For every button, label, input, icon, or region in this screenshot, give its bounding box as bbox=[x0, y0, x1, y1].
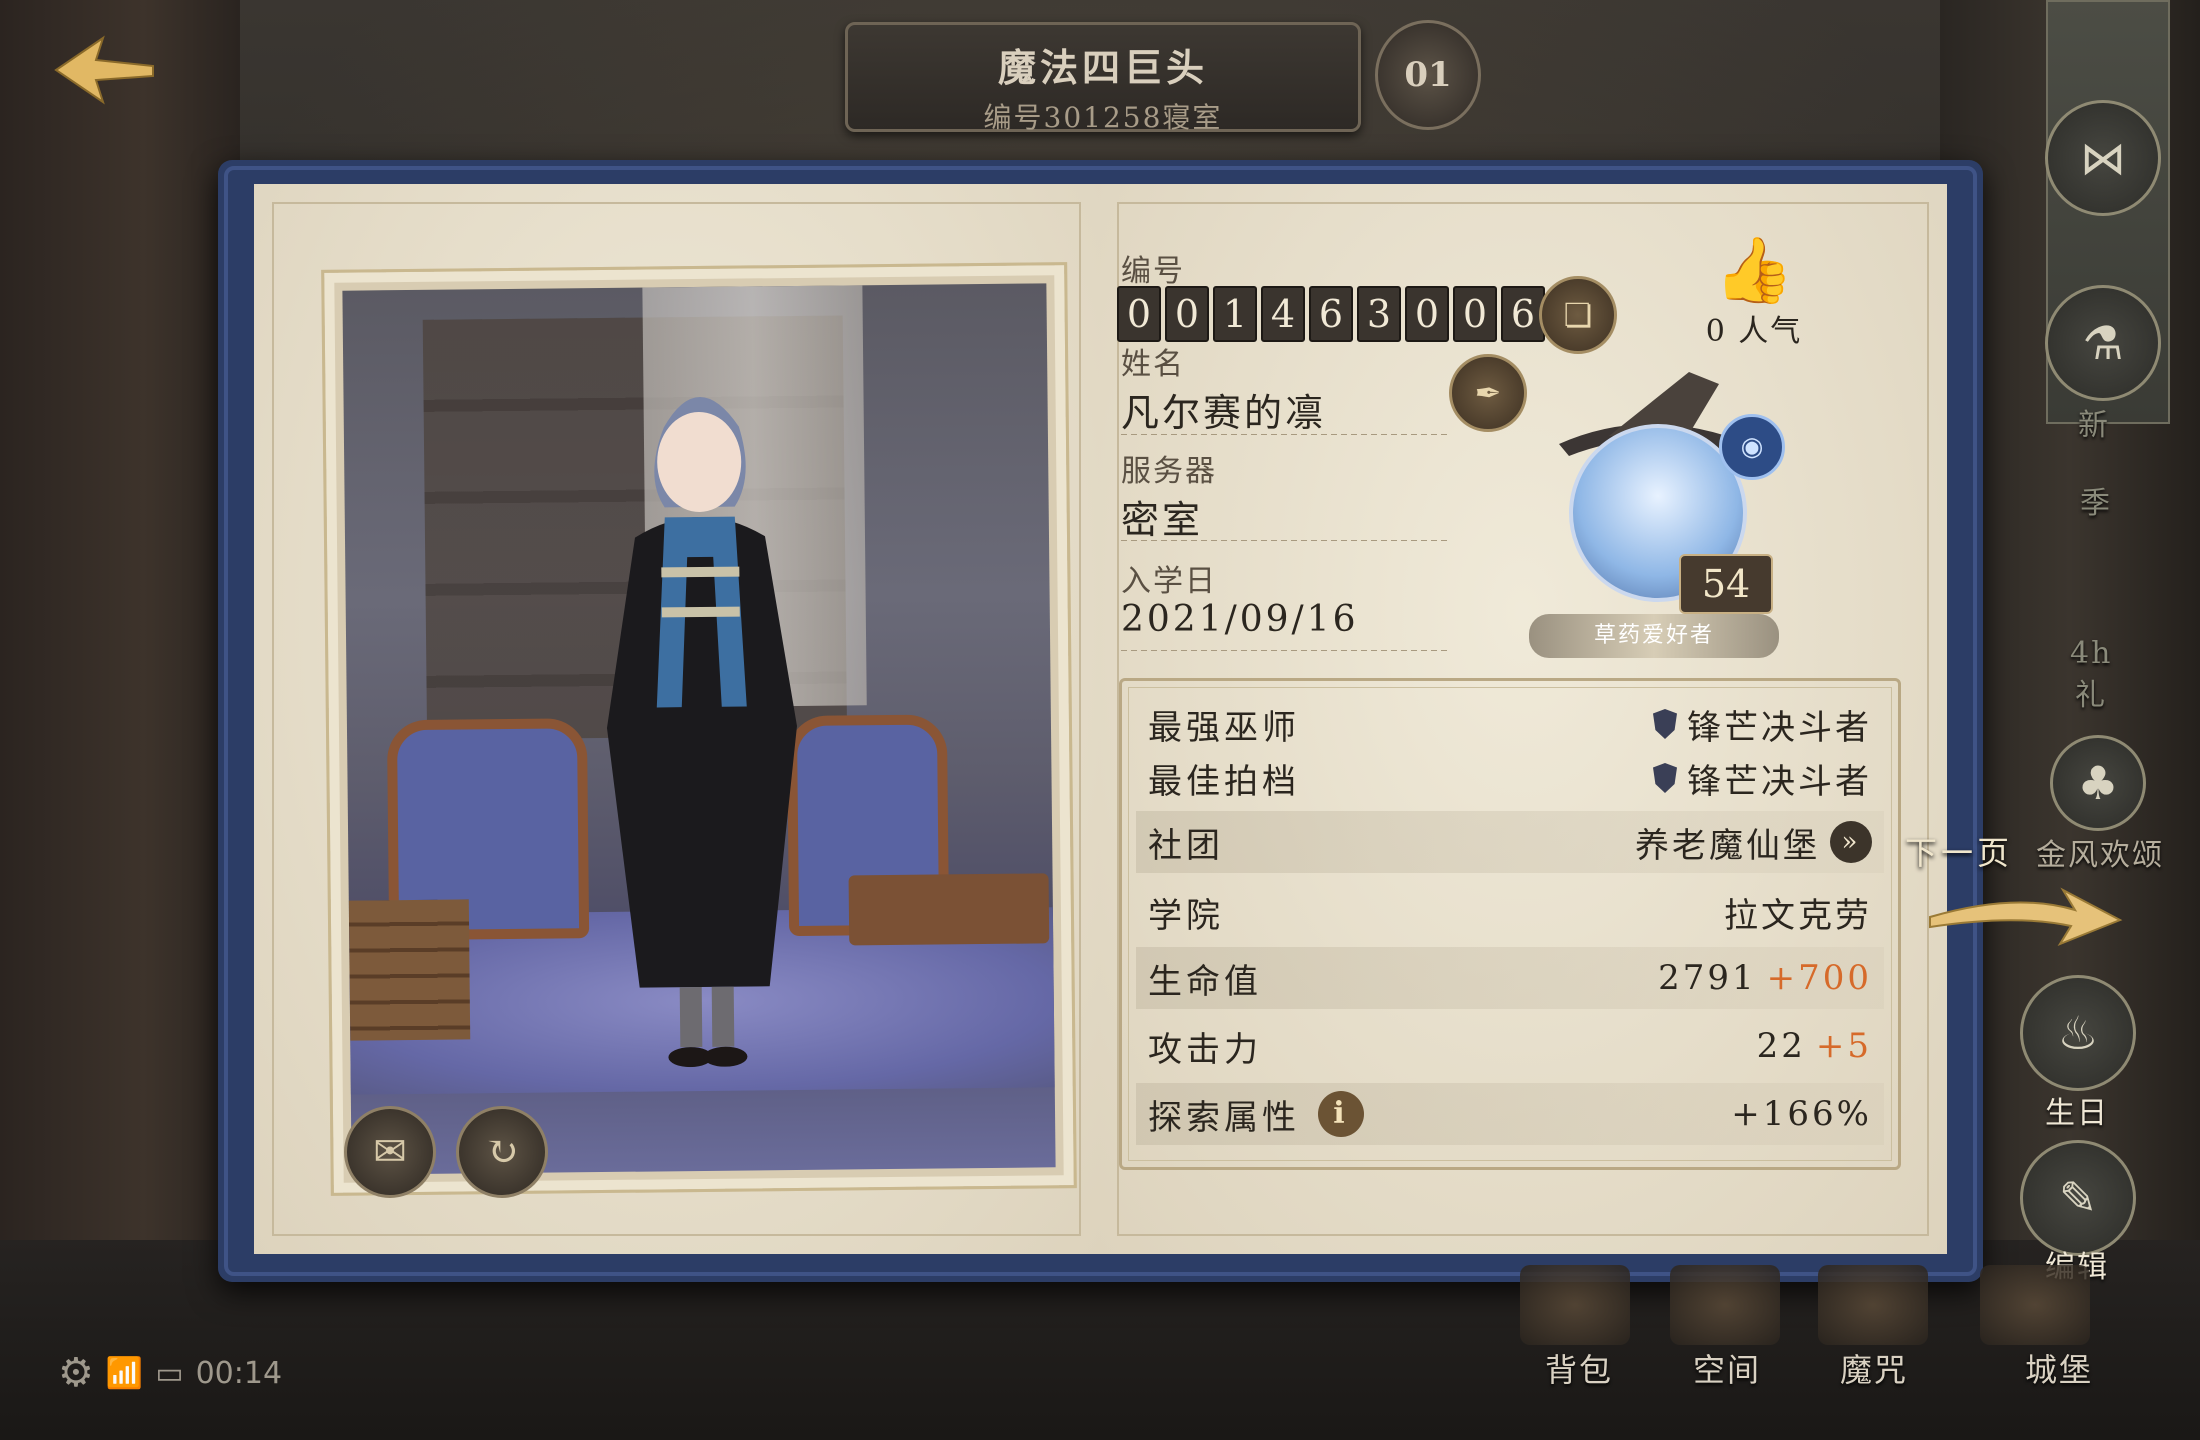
space-icon[interactable] bbox=[1670, 1265, 1780, 1345]
avatar-badge[interactable]: ◉ 54 草药爱好者 bbox=[1529, 364, 1785, 658]
calendar-day: 01 bbox=[1404, 55, 1452, 95]
portrait-frame bbox=[321, 262, 1077, 1196]
stat-row: 探索属性 i +166% bbox=[1136, 1083, 1884, 1145]
gift-timer: 4h bbox=[2070, 636, 2113, 671]
stat-row: 最佳拍档 锋芒决斗者 bbox=[1136, 747, 1884, 809]
quill-rename-icon[interactable]: ✒ bbox=[1449, 354, 1527, 432]
stat-key: 生命值 bbox=[1148, 961, 1262, 1002]
stat-value: 锋芒决斗者 bbox=[1687, 707, 1872, 748]
stat-value: 拉文克劳 bbox=[1724, 895, 1872, 936]
event-label[interactable]: 金风欢颂 bbox=[2036, 830, 2164, 874]
camera-badge-icon[interactable]: ◉ bbox=[1719, 414, 1785, 480]
nav-spells[interactable]: 魔咒 bbox=[1840, 1345, 1908, 1391]
stat-row: 生命值 2791 +700 bbox=[1136, 947, 1884, 1009]
back-arrow-icon[interactable] bbox=[48, 30, 158, 110]
quill-edit-icon[interactable]: ✎ bbox=[2020, 1140, 2136, 1256]
event-icon[interactable]: ♣ bbox=[2050, 735, 2146, 831]
wizard-hat-add-icon[interactable]: ⚗ bbox=[2045, 285, 2161, 401]
gift-label: 礼 bbox=[2075, 678, 2107, 713]
wifi-icon: 📶 bbox=[105, 1355, 144, 1391]
stat-bonus: +700 bbox=[1766, 958, 1872, 998]
dorm-subtitle: 编号301258寝室 bbox=[983, 101, 1223, 134]
season-label: 季 bbox=[2080, 486, 2112, 521]
id-digit: 4 bbox=[1261, 286, 1305, 342]
left-page: ✉ ↻ bbox=[254, 184, 1102, 1254]
enroll-label: 入学日 bbox=[1121, 564, 1217, 599]
battery-icon: ▭ bbox=[155, 1355, 184, 1391]
birthday-cake-icon[interactable]: ♨ bbox=[2020, 975, 2136, 1091]
stat-key: 最佳拍档 bbox=[1148, 761, 1300, 802]
calendar-icon[interactable]: 01 bbox=[1375, 20, 1481, 130]
nav-castle[interactable]: 城堡 bbox=[2025, 1345, 2093, 1391]
copy-id-icon[interactable]: ❏ bbox=[1539, 276, 1617, 354]
enroll-date: 2021/09/16 bbox=[1121, 599, 1359, 640]
stat-value: +166% bbox=[1731, 1094, 1872, 1134]
stats-panel: 最强巫师 锋芒决斗者 最佳拍档 锋芒决斗者 社团 养老魔仙堡» 学院 拉文克劳 … bbox=[1119, 678, 1901, 1170]
next-page-label[interactable]: 下一页 bbox=[1905, 828, 2013, 874]
stat-row: 最强巫师 锋芒决斗者 bbox=[1136, 693, 1884, 755]
id-number: 0 0 1 4 6 3 0 0 6 bbox=[1117, 286, 1545, 342]
right-page: 编号 0 0 1 4 6 3 0 0 6 ❏ 👍 0 人气 姓名 凡尔赛的凛 ✒… bbox=[1099, 184, 1947, 1254]
stat-value: 2791 bbox=[1658, 958, 1757, 998]
stat-value: 锋芒决斗者 bbox=[1687, 761, 1872, 802]
stat-key: 社团 bbox=[1148, 825, 1224, 866]
shield-icon bbox=[1653, 763, 1677, 793]
player-level: 54 bbox=[1679, 554, 1773, 614]
stat-value: 养老魔仙堡 bbox=[1635, 825, 1820, 866]
title-tag: 草药爱好者 bbox=[1529, 614, 1779, 658]
stat-key: 最强巫师 bbox=[1148, 707, 1300, 748]
shield-icon bbox=[1653, 709, 1677, 739]
background-wall-left bbox=[0, 0, 240, 1300]
new-label: 新 bbox=[2078, 408, 2110, 443]
castle-icon[interactable] bbox=[1980, 1265, 2090, 1345]
id-digit: 0 bbox=[1453, 286, 1497, 342]
spell-icon[interactable] bbox=[1818, 1265, 1928, 1345]
profile-book: ✉ ↻ 编号 0 0 1 4 6 3 0 0 6 ❏ 👍 0 人气 姓名 凡尔赛… bbox=[218, 160, 1983, 1282]
gear-icon[interactable]: ⚙ bbox=[58, 1350, 94, 1396]
clock: 00:14 bbox=[195, 1355, 283, 1391]
stat-key: 探索属性 bbox=[1148, 1097, 1300, 1138]
character-figure bbox=[606, 397, 797, 1068]
server-label: 服务器 bbox=[1121, 454, 1217, 489]
info-icon[interactable]: i bbox=[1318, 1091, 1364, 1137]
server-name: 密室 bbox=[1121, 498, 1204, 542]
stat-value: 22 bbox=[1756, 1026, 1806, 1066]
id-digit: 1 bbox=[1213, 286, 1257, 342]
popularity-count: 0 人气 bbox=[1705, 314, 1803, 349]
game-scene: 魔法四巨头 编号301258寝室 01 ⋈ ⚗ 新 季 4h 礼 ♣ 金风欢颂 … bbox=[0, 0, 2200, 1440]
id-label: 编号 bbox=[1121, 254, 1185, 289]
id-digit: 3 bbox=[1357, 286, 1401, 342]
nav-backpack[interactable]: 背包 bbox=[1545, 1345, 1613, 1391]
chevron-right-icon[interactable]: » bbox=[1830, 821, 1872, 863]
stat-key: 攻击力 bbox=[1148, 1029, 1262, 1070]
id-digit: 0 bbox=[1405, 286, 1449, 342]
photo-edit-icon[interactable]: ✉ bbox=[344, 1106, 436, 1198]
stat-row: 学院 拉文克劳 bbox=[1136, 881, 1884, 943]
name-label: 姓名 bbox=[1121, 347, 1185, 382]
share-icon[interactable]: ⋈ bbox=[2045, 100, 2161, 216]
next-page-arrow-icon[interactable] bbox=[1925, 872, 2125, 952]
id-digit: 6 bbox=[1309, 286, 1353, 342]
stat-row-club[interactable]: 社团 养老魔仙堡» bbox=[1136, 811, 1884, 873]
status-bar: ⚙ 📶 ▭ 00:14 bbox=[58, 1350, 282, 1396]
stat-row: 攻击力 22 +5 bbox=[1136, 1015, 1884, 1077]
nav-space[interactable]: 空间 bbox=[1693, 1345, 1761, 1391]
id-digit: 0 bbox=[1165, 286, 1209, 342]
dorm-title-plaque: 魔法四巨头 编号301258寝室 bbox=[845, 22, 1361, 134]
popularity[interactable]: 👍 0 人气 bbox=[1689, 236, 1819, 350]
thumbs-up-icon[interactable]: 👍 bbox=[1689, 236, 1819, 306]
birthday-label[interactable]: 生日 bbox=[2045, 1088, 2109, 1132]
refresh-icon[interactable]: ↻ bbox=[456, 1106, 548, 1198]
dorm-title: 魔法四巨头 bbox=[997, 45, 1208, 90]
stat-bonus: +5 bbox=[1815, 1026, 1872, 1066]
id-digit: 0 bbox=[1117, 286, 1161, 342]
stat-key: 学院 bbox=[1148, 895, 1224, 936]
player-name: 凡尔赛的凛 bbox=[1121, 391, 1327, 435]
backpack-icon[interactable] bbox=[1520, 1265, 1630, 1345]
character-portrait bbox=[342, 283, 1056, 1175]
